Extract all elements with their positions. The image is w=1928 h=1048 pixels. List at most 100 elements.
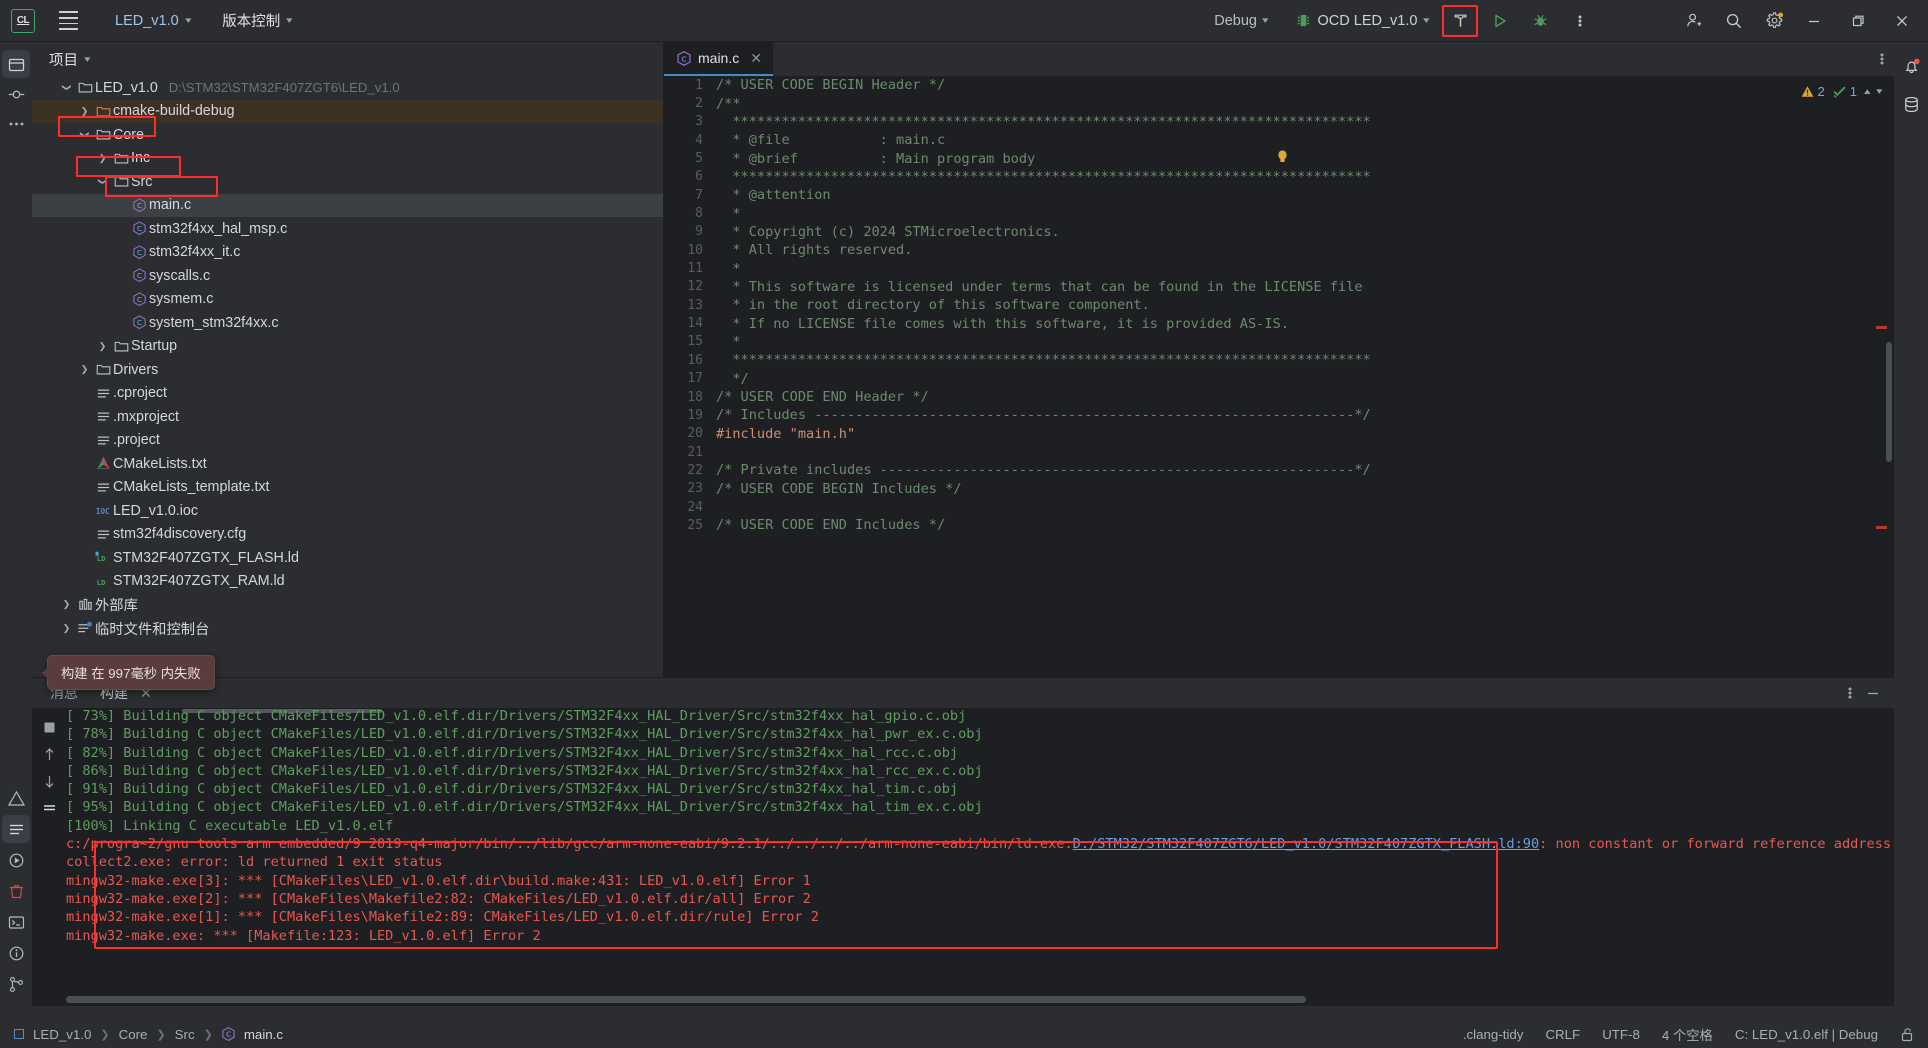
build-output[interactable]: [ 73%] Building C object CMakeFiles/LED_… [66, 708, 1894, 992]
run-button[interactable] [1482, 5, 1518, 37]
tree-item-syscalls-c[interactable]: Csyscalls.c [32, 264, 663, 288]
code-line[interactable]: 25 /* USER CODE END Includes */ [664, 516, 1894, 534]
project-tree[interactable]: ❯ LED_v1.0 D:\STM32\STM32F407ZGT6\LED_v1.0… [32, 76, 663, 677]
tree-item-cmakelists-txt[interactable]: CMakeLists.txt [32, 452, 663, 476]
tree-item-src[interactable]: ❯ Src [32, 170, 663, 194]
database-icon[interactable] [1897, 90, 1925, 118]
add-user-button[interactable] [1676, 5, 1712, 37]
chevron-right-icon[interactable]: ❯ [94, 153, 111, 164]
minimize-icon[interactable] [1866, 686, 1880, 700]
warning-count[interactable]: 2 [1801, 84, 1825, 99]
project-selector[interactable]: LED_v1.0 ▾ [107, 9, 198, 33]
chevron-down-icon[interactable]: ❯ [97, 173, 108, 190]
chevron-down-icon[interactable]: ▾ [1877, 86, 1883, 97]
status-clang-tidy[interactable]: .clang-tidy [1463, 1027, 1524, 1042]
notifications-bell-icon[interactable] [1897, 52, 1925, 80]
chevron-right-icon[interactable]: ❯ [94, 341, 111, 352]
close-button[interactable] [1880, 0, 1924, 42]
tree-item-sysmem-c[interactable]: Csysmem.c [32, 288, 663, 312]
tree-item-[interactable]: ❯ 临时文件和控制台 [32, 617, 663, 641]
filter-icon[interactable] [42, 801, 57, 816]
chevron-right-icon[interactable]: ❯ [58, 623, 75, 634]
project-folder-icon[interactable] [2, 50, 30, 78]
tree-item-stm32f4xx-it-c[interactable]: Cstm32f4xx_it.c [32, 241, 663, 265]
editor-vertical-scrollbar[interactable] [1886, 342, 1892, 462]
status-indent[interactable]: 4 个空格 [1662, 1025, 1713, 1044]
more-vertical-icon[interactable] [1848, 685, 1852, 701]
status-encoding[interactable]: UTF-8 [1602, 1027, 1640, 1042]
hamburger-menu-icon[interactable] [51, 4, 85, 38]
unlocked-icon[interactable] [1900, 1027, 1914, 1042]
tree-item-inc[interactable]: ❯ Inc [32, 147, 663, 171]
code-line[interactable]: 13 * in the root directory of this softw… [664, 296, 1894, 314]
close-icon[interactable]: ✕ [750, 50, 762, 67]
code-line[interactable]: 12 * This software is licensed under ter… [664, 278, 1894, 296]
chevron-right-icon[interactable]: ❯ [58, 599, 75, 610]
maximize-button[interactable] [1836, 0, 1880, 42]
minimize-button[interactable] [1792, 0, 1836, 42]
code-line[interactable]: 20 #include "main.h" [664, 425, 1894, 443]
info-circle-icon[interactable] [2, 939, 30, 967]
tree-item-cmake-build-debug[interactable]: ❯ cmake-build-debug [32, 99, 663, 123]
version-control-menu[interactable]: 版本控制 ▾ [214, 6, 300, 35]
status-build-profile[interactable]: C: LED_v1.0.elf | Debug [1735, 1027, 1878, 1042]
lightbulb-icon[interactable] [1275, 149, 1290, 164]
build-button[interactable] [1442, 4, 1478, 37]
more-dots-icon[interactable] [2, 110, 30, 138]
run-config-debug[interactable]: Debug ▾ [1205, 8, 1276, 34]
code-line[interactable]: 11 * [664, 259, 1894, 277]
tree-item-main-c[interactable]: Cmain.c [32, 193, 663, 217]
code-line[interactable]: 8 * [664, 204, 1894, 222]
inspection-ok-count[interactable]: 1 [1833, 84, 1857, 99]
tree-item-stm32f4xx-hal-msp-c[interactable]: Cstm32f4xx_hal_msp.c [32, 217, 663, 241]
code-line[interactable]: 9 * Copyright (c) 2024 STMicroelectronic… [664, 223, 1894, 241]
console-horizontal-scrollbar[interactable] [66, 996, 1834, 1003]
search-button[interactable] [1716, 5, 1752, 37]
chevron-down-icon[interactable]: ❯ [79, 126, 90, 143]
more-vertical-icon[interactable] [1880, 51, 1884, 67]
chevron-right-icon[interactable]: ❯ [76, 106, 93, 117]
code-line[interactable]: 4 * @file : main.c [664, 131, 1894, 149]
terminal-icon[interactable] [2, 908, 30, 936]
stop-icon[interactable] [42, 720, 57, 735]
tree-item-project[interactable]: .project [32, 429, 663, 453]
tree-item-stm32f407zgtx-ram-ld[interactable]: LD STM32F407ZGTX_RAM.ld [32, 570, 663, 594]
code-line[interactable]: 7 * @attention [664, 186, 1894, 204]
problems-warning-icon[interactable] [2, 784, 30, 812]
commit-icon[interactable] [2, 80, 30, 108]
down-arrow-icon[interactable] [42, 774, 57, 789]
code-line[interactable]: 16 *************************************… [664, 351, 1894, 369]
tree-item-cmakelists-template-txt[interactable]: CMakeLists_template.txt [32, 476, 663, 500]
code-line[interactable]: 22 /* Private includes ------------------… [664, 461, 1894, 479]
tree-item-system-stm32f4xx-c[interactable]: Csystem_stm32f4xx.c [32, 311, 663, 335]
code-line[interactable]: 21 [664, 443, 1894, 461]
inspection-widget[interactable]: 2 1 ▴ ▾ [1734, 76, 1894, 106]
code-line[interactable]: 24 [664, 498, 1894, 516]
trash-icon[interactable] [2, 877, 30, 905]
code-line[interactable]: 1 /* USER CODE BEGIN Header */ [664, 76, 1894, 94]
tree-item-startup[interactable]: ❯ Startup [32, 335, 663, 359]
error-file-link[interactable]: D:/STM32/STM32F407ZGT6/LED_v1.0/STM32F40… [1073, 836, 1540, 852]
breadcrumb-item[interactable]: main.c [244, 1027, 283, 1042]
up-arrow-icon[interactable] [42, 747, 57, 762]
code-line[interactable]: 17 */ [664, 370, 1894, 388]
code-line[interactable]: 6 **************************************… [664, 168, 1894, 186]
tree-item-led-v1-0-ioc[interactable]: IOC LED_v1.0.ioc [32, 499, 663, 523]
chevron-up-icon[interactable]: ▴ [1864, 86, 1870, 97]
code-line[interactable]: 18 /* USER CODE END Header */ [664, 388, 1894, 406]
breadcrumb-item[interactable]: Core [119, 1027, 148, 1042]
chevron-down-icon[interactable]: ❯ [61, 79, 72, 96]
code-view[interactable]: 1/* USER CODE BEGIN Header */2/** 3 *****… [664, 76, 1894, 677]
code-line[interactable]: 2 /** [664, 94, 1894, 112]
tree-item-mxproject[interactable]: .mxproject [32, 405, 663, 429]
tree-item-[interactable]: ❯ 外部库 [32, 593, 663, 617]
breadcrumb-item[interactable]: LED_v1.0 [33, 1027, 91, 1042]
tab-main-c[interactable]: C main.c ✕ [664, 42, 773, 76]
code-line[interactable]: 3 **************************************… [664, 113, 1894, 131]
tree-item-drivers[interactable]: ❯ Drivers [32, 358, 663, 382]
chevron-right-icon[interactable]: ❯ [76, 364, 93, 375]
debug-button[interactable] [1522, 5, 1558, 37]
tree-item-stm32f407zgtx-flash-ld[interactable]: LD STM32F407ZGTX_FLASH.ld [32, 546, 663, 570]
more-actions-button[interactable] [1562, 5, 1598, 37]
terminal-list-icon[interactable] [2, 815, 30, 843]
